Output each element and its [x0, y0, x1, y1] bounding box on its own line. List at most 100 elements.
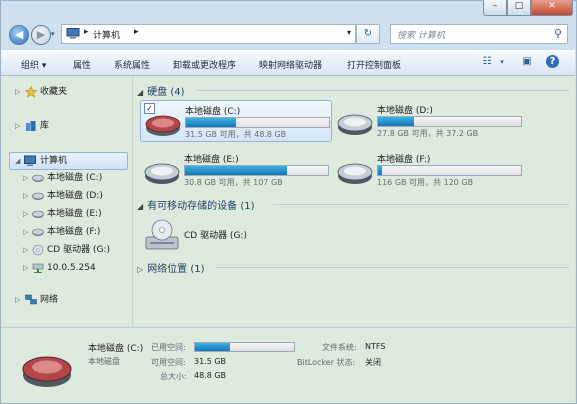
view-dropdown-icon[interactable]: ▾ [495, 55, 509, 69]
file-system-label: 文件系统: [322, 343, 357, 352]
cd-drive-icon [32, 244, 44, 256]
back-button[interactable]: ◀ [9, 25, 29, 45]
uninstall-program-button[interactable]: 卸载或更改程序 [173, 58, 236, 71]
nav-network-share[interactable]: ▷ 10.0.5.254 [1, 260, 132, 276]
group-hard-disks[interactable]: ◢ 硬盘 (4) [137, 83, 185, 98]
expand-arrow-icon[interactable]: ▷ [23, 188, 28, 204]
expand-arrow-icon[interactable]: ▷ [15, 84, 20, 100]
windows-drive-icon [145, 115, 181, 136]
details-drive-type: 本地磁盘 [88, 357, 120, 366]
network-icon [25, 294, 37, 305]
address-bar[interactable]: ▸ 计算机 ▸ ▾ [61, 24, 356, 44]
drive-name: 本地磁盘 (C:) [185, 107, 241, 117]
expand-arrow-icon[interactable]: ▷ [23, 242, 28, 258]
expand-arrow-icon[interactable]: ▷ [23, 260, 28, 276]
preview-pane-icon[interactable]: ▣ [520, 55, 534, 69]
minimize-button[interactable]: – [483, 0, 507, 16]
nav-drive-f[interactable]: ▷ 本地磁盘 (F:) [1, 224, 132, 240]
bitlocker-label: BitLocker 状态: [297, 358, 356, 367]
map-network-drive-button[interactable]: 映射网络驱动器 [259, 58, 322, 71]
caption-buttons: – □ ✕ [483, 0, 573, 16]
group-removable-storage[interactable]: ◢ 有可移动存储的设备 (1) [137, 197, 255, 212]
collapse-arrow-icon[interactable]: ◢ [137, 88, 143, 97]
cd-drive-icon [145, 219, 179, 250]
help-icon[interactable]: ? [546, 55, 559, 68]
view-options-icon[interactable]: ☷ [480, 55, 494, 69]
details-drive-name: 本地磁盘 (C:) [88, 344, 144, 354]
capacity-bar-fill [378, 117, 414, 126]
drive-name: 本地磁盘 (E:) [184, 155, 239, 165]
group-divider [197, 90, 569, 91]
drive-name: CD 驱动器 (G:) [184, 231, 247, 241]
open-control-panel-button[interactable]: 打开控制面板 [347, 58, 401, 71]
breadcrumb-separator[interactable]: ▸ [84, 27, 89, 37]
capacity-bar-fill [378, 166, 383, 175]
group-network-locations[interactable]: ▷ 网络位置 (1) [137, 260, 205, 275]
command-bar: 组织 ▾ 属性 系统属性 卸载或更改程序 映射网络驱动器 打开控制面板 ☷ ▾ … [1, 50, 575, 76]
breadcrumb-computer[interactable]: 计算机 [93, 28, 120, 41]
capacity-bar [185, 117, 330, 128]
nav-label: 本地磁盘 (C:) [47, 173, 103, 183]
close-button[interactable]: ✕ [531, 0, 573, 16]
group-divider [215, 267, 569, 268]
address-dropdown[interactable]: ▾ [347, 28, 351, 37]
star-icon [25, 86, 37, 98]
nav-label: 网络 [40, 295, 59, 305]
nav-favorites[interactable]: ▷ 收藏夹 [1, 84, 132, 100]
drive-tile-e[interactable]: 本地磁盘 (E:) 30.8 GB 可用，共 107 GB [140, 149, 330, 189]
expand-arrow-icon[interactable]: ▷ [23, 170, 28, 186]
drive-icon [32, 174, 44, 182]
nav-libraries[interactable]: ▷ 库 [1, 118, 132, 134]
nav-network[interactable]: ▷ 网络 [1, 292, 132, 308]
drive-tile-d[interactable]: 本地磁盘 (D:) 27.8 GB 可用，共 37.2 GB [333, 100, 523, 140]
nav-drive-d[interactable]: ▷ 本地磁盘 (D:) [1, 188, 132, 204]
maximize-button[interactable]: □ [507, 0, 531, 16]
drive-name: 本地磁盘 (F:) [377, 155, 431, 165]
expand-arrow-icon[interactable]: ▷ [15, 118, 20, 134]
cd-drive-tile[interactable]: CD 驱动器 (G:) [140, 215, 270, 255]
nav-drive-c[interactable]: ▷ 本地磁盘 (C:) [1, 170, 132, 186]
free-space-value: 31.5 GB [194, 357, 227, 366]
expand-arrow-icon[interactable]: ▷ [23, 206, 28, 222]
search-icon[interactable]: ⚲ [554, 27, 562, 40]
nav-drive-e[interactable]: ▷ 本地磁盘 (E:) [1, 206, 132, 222]
collapse-arrow-icon[interactable]: ◢ [15, 153, 20, 169]
nav-label: CD 驱动器 (G:) [47, 245, 110, 255]
drive-name: 本地磁盘 (D:) [377, 106, 433, 116]
breadcrumb-separator-2[interactable]: ▸ [134, 27, 139, 37]
nav-cd-drive[interactable]: ▷ CD 驱动器 (G:) [1, 242, 132, 258]
expand-arrow-icon[interactable]: ▷ [137, 265, 143, 274]
collapse-arrow-icon[interactable]: ◢ [137, 202, 143, 211]
group-title: 网络位置 (1) [147, 264, 205, 275]
search-box[interactable]: 搜索 计算机 ⚲ [390, 24, 568, 44]
nav-label: 本地磁盘 (E:) [47, 209, 102, 219]
properties-button[interactable]: 属性 [73, 58, 91, 71]
bitlocker-value: 关闭 [365, 358, 381, 367]
windows-drive-icon [22, 356, 72, 387]
capacity-bar-fill [186, 118, 237, 127]
library-icon [26, 121, 36, 131]
drive-space-info: 30.8 GB 可用，共 107 GB [184, 178, 283, 187]
file-system-value: NTFS [365, 342, 386, 351]
drive-space-info: 27.8 GB 可用，共 37.2 GB [377, 129, 479, 138]
recent-pages-dropdown[interactable]: ▾ [51, 30, 55, 38]
group-title: 硬盘 (4) [147, 87, 185, 98]
network-drive-icon [32, 263, 44, 273]
expand-arrow-icon[interactable]: ▷ [23, 224, 28, 240]
forward-button[interactable]: ▶ [31, 25, 51, 45]
expand-arrow-icon[interactable]: ▷ [15, 292, 20, 308]
total-size-label: 总大小: [160, 372, 187, 381]
details-pane: 本地磁盘 (C:) 本地磁盘 已用空间: 可用空间: 31.5 GB 总大小: … [1, 327, 575, 403]
nav-computer[interactable]: ◢ 计算机 [9, 152, 128, 170]
drive-tile-c[interactable]: ✓ 本地磁盘 (C:) 31.5 GB 可用，共 48.8 GB [140, 100, 332, 142]
drive-tile-f[interactable]: 本地磁盘 (F:) 116 GB 可用，共 120 GB [333, 149, 523, 189]
drive-icon [32, 228, 44, 236]
nav-label: 库 [40, 121, 50, 131]
computer-icon [24, 155, 36, 166]
group-divider [273, 204, 569, 205]
system-properties-button[interactable]: 系统属性 [114, 58, 150, 71]
refresh-button[interactable]: ↻ [356, 24, 380, 44]
drive-space-info: 116 GB 可用，共 120 GB [377, 178, 474, 187]
organize-button[interactable]: 组织 ▾ [21, 58, 46, 71]
total-size-value: 48.8 GB [194, 371, 227, 380]
